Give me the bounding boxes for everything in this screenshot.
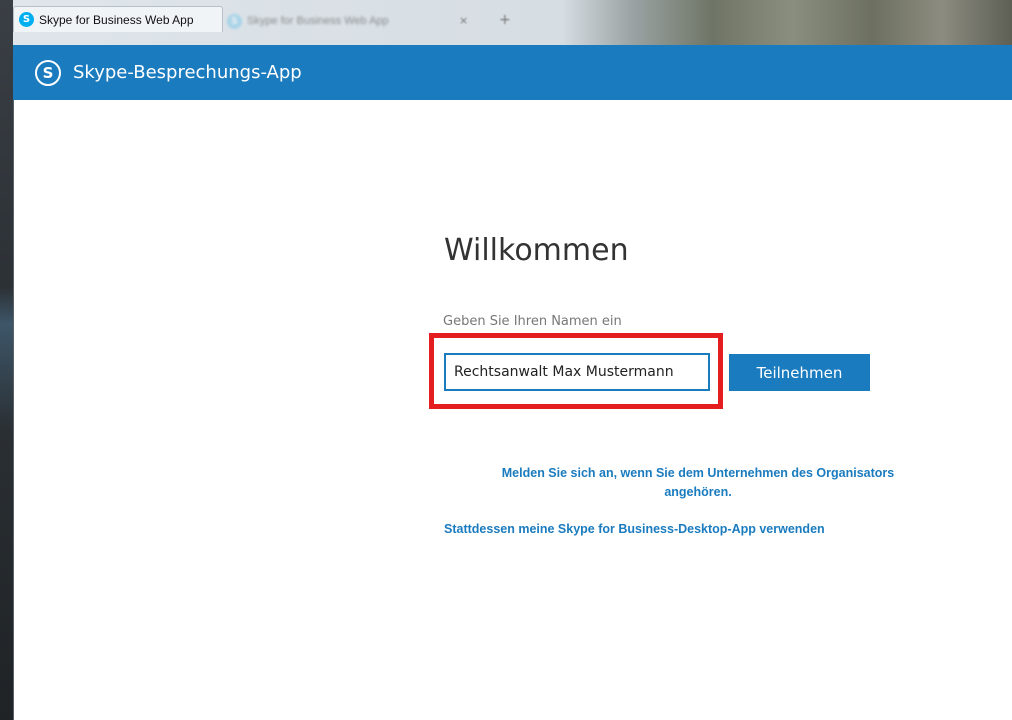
new-tab-icon[interactable]: + (499, 12, 511, 28)
browser-tab-inactive[interactable]: S Skype for Business Web App (227, 10, 477, 32)
skype-icon: S (227, 13, 242, 29)
browser-tab-active[interactable]: S Skype for Business Web App (13, 6, 223, 32)
app-title: Skype-Besprechungs-App (73, 62, 302, 83)
join-button[interactable]: Teilnehmen (729, 354, 870, 391)
name-field-label: Geben Sie Ihren Namen ein (443, 314, 622, 329)
tab-title: Skype for Business Web App (39, 12, 194, 27)
signin-link[interactable]: Melden Sie sich an, wenn Sie dem Unterne… (470, 464, 926, 502)
skype-logo-icon: S (35, 59, 61, 86)
welcome-heading: Willkommen (444, 233, 629, 268)
tab-title: Skype for Business Web App (247, 15, 389, 27)
app-header: S Skype-Besprechungs-App (13, 45, 1012, 100)
name-input[interactable] (444, 353, 710, 391)
skype-icon: S (19, 12, 34, 27)
desktop-background-strip (0, 0, 14, 720)
desktop-app-link[interactable]: Stattdessen meine Skype for Business-Des… (444, 522, 825, 536)
close-tab-icon[interactable]: × (459, 14, 468, 27)
browser-tab-bar: S Skype for Business Web App S Skype for… (13, 0, 1012, 45)
